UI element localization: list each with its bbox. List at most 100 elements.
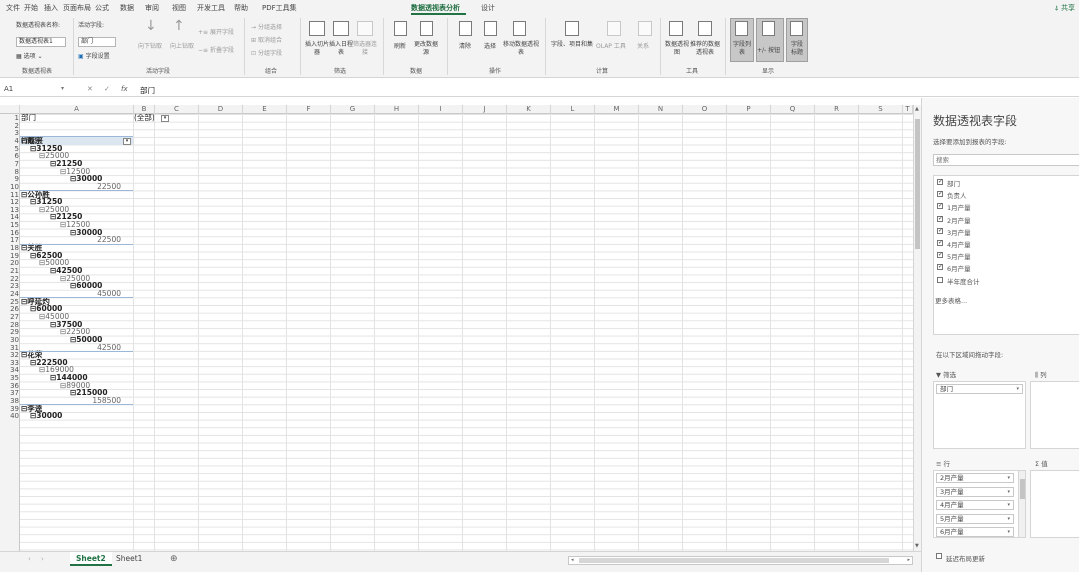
- column-header[interactable]: C: [155, 105, 199, 114]
- scroll-left-icon[interactable]: ◂: [571, 557, 574, 563]
- row-header[interactable]: 22: [0, 275, 19, 283]
- more-tables-link[interactable]: 更多表格...: [935, 295, 967, 305]
- rows-area-item[interactable]: 4月产量 ▾: [936, 500, 1014, 510]
- row-header[interactable]: 26: [0, 305, 19, 313]
- column-header[interactable]: Q: [771, 105, 815, 114]
- column-header[interactable]: D: [199, 105, 243, 114]
- column-header[interactable]: M: [595, 105, 639, 114]
- field-name[interactable]: 负责人: [947, 190, 967, 200]
- scroll-down-icon[interactable]: ▼: [915, 543, 919, 549]
- row-header[interactable]: 1: [0, 114, 19, 122]
- filter-connections-button[interactable]: 筛选器连接: [353, 41, 377, 57]
- row-header[interactable]: 40: [0, 412, 19, 421]
- row-header[interactable]: 28: [0, 321, 19, 329]
- column-header[interactable]: R: [815, 105, 859, 114]
- field-checkbox[interactable]: ✓: [937, 264, 943, 271]
- row-header[interactable]: 2: [0, 122, 19, 130]
- clear-button[interactable]: 清除: [459, 41, 471, 50]
- row-header[interactable]: 3: [0, 129, 19, 138]
- pivot-filter-label[interactable]: 部门: [21, 114, 36, 122]
- collapse-field-button[interactable]: −≡ 折叠字段: [198, 45, 234, 54]
- row-header[interactable]: 27: [0, 313, 19, 321]
- row-header[interactable]: 36: [0, 382, 19, 390]
- rows-area[interactable]: 2月产量 ▾ 3月产量 ▾ 4月产量 ▾ 5月产量 ▾ 6月产量 ▾: [933, 470, 1026, 538]
- row-header[interactable]: 25: [0, 298, 19, 306]
- add-sheet-icon[interactable]: ⊕: [170, 554, 178, 564]
- rows-area-scrollbar[interactable]: [1018, 471, 1025, 537]
- field-checkbox[interactable]: ✓: [937, 191, 943, 198]
- filter-area[interactable]: 部门 ▾: [933, 381, 1026, 449]
- menu-tab[interactable]: 帮助: [234, 3, 248, 13]
- field-name[interactable]: 5月产量: [947, 251, 971, 261]
- column-header[interactable]: G: [331, 105, 375, 114]
- name-box[interactable]: A1 ▾: [4, 85, 64, 95]
- enter-icon[interactable]: ✓: [104, 85, 110, 93]
- row-header[interactable]: 10: [0, 183, 19, 191]
- row-header[interactable]: 19: [0, 252, 19, 260]
- row-header[interactable]: 11: [0, 191, 19, 199]
- menu-tab[interactable]: 公式: [95, 3, 109, 13]
- filter-area-item[interactable]: 部门 ▾: [936, 384, 1023, 394]
- column-header[interactable]: T: [903, 105, 913, 114]
- row-header[interactable]: 35: [0, 374, 19, 382]
- field-search-input[interactable]: 搜索: [933, 154, 1079, 166]
- insert-slicer-button[interactable]: 插入切片器: [305, 41, 329, 57]
- row-header[interactable]: 4: [0, 137, 19, 145]
- row-header[interactable]: 34: [0, 366, 19, 375]
- prev-sheet-icon[interactable]: ‹: [28, 555, 31, 563]
- vertical-scrollbar[interactable]: ▲ ▼: [913, 105, 921, 551]
- row-header[interactable]: 38: [0, 397, 19, 405]
- column-header[interactable]: J: [463, 105, 507, 114]
- column-header[interactable]: K: [507, 105, 551, 114]
- field-name[interactable]: 半年度合计: [947, 276, 980, 286]
- group-selection-button[interactable]: → 分组选择: [251, 22, 282, 31]
- relationships-button[interactable]: 关系: [637, 41, 649, 50]
- sheet-tab-sheet1[interactable]: Sheet1: [110, 552, 148, 566]
- select-all-corner[interactable]: [0, 105, 20, 114]
- field-name[interactable]: 6月产量: [947, 263, 971, 273]
- field-name[interactable]: 1月产量: [947, 202, 971, 212]
- field-name[interactable]: 部门: [947, 178, 960, 188]
- field-checkbox[interactable]: ✓: [937, 252, 943, 259]
- column-header[interactable]: B: [134, 105, 155, 114]
- row-header[interactable]: 16: [0, 229, 19, 237]
- field-name[interactable]: 2月产量: [947, 215, 971, 225]
- vertical-scroll-thumb[interactable]: [915, 119, 920, 249]
- scroll-up-icon[interactable]: ▲: [915, 106, 919, 112]
- olap-tools-button[interactable]: OLAP 工具: [596, 41, 626, 50]
- menu-tab[interactable]: 文件: [6, 3, 20, 13]
- menu-tab[interactable]: 插入: [44, 3, 58, 13]
- row-header[interactable]: 17: [0, 236, 19, 245]
- pivot-name-input[interactable]: 数据透视表1: [16, 37, 66, 47]
- rows-area-item[interactable]: 2月产量 ▾: [936, 473, 1014, 483]
- menu-tab[interactable]: 视图: [172, 3, 186, 13]
- row-header[interactable]: 14: [0, 213, 19, 222]
- rows-area-item[interactable]: 3月产量 ▾: [936, 486, 1014, 497]
- sheet-tab-sheet2[interactable]: Sheet2: [70, 552, 112, 566]
- expand-field-button[interactable]: +≡ 展开字段: [198, 27, 234, 36]
- column-header[interactable]: N: [639, 105, 683, 114]
- row-header[interactable]: 33: [0, 359, 19, 367]
- row-header[interactable]: 18: [0, 244, 19, 252]
- field-name[interactable]: 4月产量: [947, 239, 971, 249]
- drill-down-button[interactable]: 向下钻取: [138, 41, 162, 50]
- change-source-button[interactable]: 更改数据源: [412, 41, 440, 57]
- scroll-right-icon[interactable]: ▸: [907, 557, 910, 563]
- field-checkbox[interactable]: ✓: [937, 203, 943, 210]
- row-header[interactable]: 7: [0, 160, 19, 168]
- group-field-button[interactable]: ⊡ 分组字段: [251, 48, 282, 57]
- field-checkbox[interactable]: ✓: [937, 227, 943, 234]
- row-header[interactable]: 21: [0, 267, 19, 275]
- row-header[interactable]: 24: [0, 290, 19, 298]
- fx-button[interactable]: fx: [121, 85, 128, 93]
- row-header[interactable]: 30: [0, 336, 19, 344]
- row-header[interactable]: 8: [0, 168, 19, 176]
- column-header[interactable]: H: [375, 105, 419, 114]
- row-header[interactable]: 6: [0, 152, 19, 160]
- select-button[interactable]: 选择: [484, 41, 496, 50]
- formula-input[interactable]: 部门: [140, 85, 155, 96]
- pivot-row[interactable]: ⊟30000: [30, 412, 62, 420]
- row-header[interactable]: 9: [0, 175, 19, 183]
- row-header[interactable]: 29: [0, 328, 19, 336]
- row-header[interactable]: 39: [0, 405, 19, 413]
